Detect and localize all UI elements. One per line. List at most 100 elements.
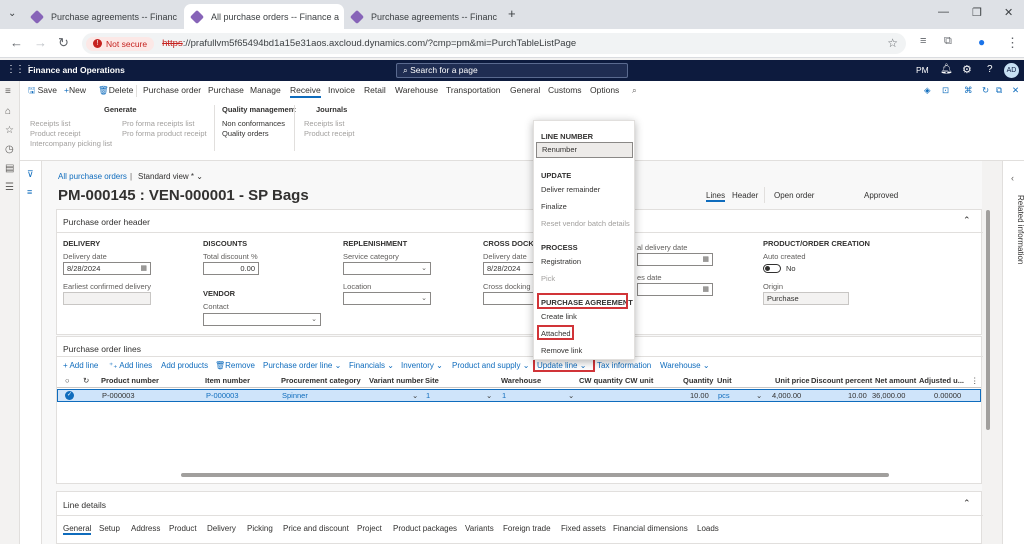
product-and-supply-menu[interactable]: Product and supply ⌄ xyxy=(452,361,529,370)
tab-manage[interactable]: Manage xyxy=(250,85,281,95)
cell-net-amount[interactable]: 36,000.00 xyxy=(872,390,905,402)
col-cw-quantity[interactable]: CW quantity xyxy=(579,375,623,387)
section-title[interactable]: Line details xyxy=(63,500,106,510)
col-unit[interactable]: Unit xyxy=(717,375,732,387)
table-row[interactable]: ✓ P-000003 P-000003 Spinner ⌄ 1 ⌄ 1 ⌄ 10… xyxy=(57,389,981,402)
deliver-remainder-button[interactable]: Deliver remainder xyxy=(541,185,600,194)
power-apps-icon[interactable]: ◈ xyxy=(924,85,931,96)
minimize-icon[interactable]: — xyxy=(938,6,949,18)
confirmed-delivery-field[interactable]: ▦ xyxy=(637,253,713,266)
auto-created-toggle[interactable] xyxy=(763,264,781,273)
view-selector[interactable]: Standard view * ⌄ xyxy=(138,172,203,181)
chevron-down-icon[interactable]: ⌄ xyxy=(412,390,418,402)
cell-product-number[interactable]: P-000003 xyxy=(102,390,135,402)
col-site[interactable]: Site xyxy=(425,375,439,387)
section-title[interactable]: Purchase order lines xyxy=(63,344,141,354)
page-scrollbar[interactable] xyxy=(986,210,990,430)
chevron-down-icon[interactable]: ⌄ xyxy=(486,390,492,402)
col-item-number[interactable]: Item number xyxy=(205,375,250,387)
new-tab-icon[interactable]: + xyxy=(508,6,516,21)
expand-chevron-icon[interactable]: ‹ xyxy=(1011,173,1014,183)
browser-menu-icon[interactable]: ⋮ xyxy=(1006,35,1019,51)
favorites-star-icon[interactable]: ☆ xyxy=(5,125,14,136)
col-warehouse[interactable]: Warehouse xyxy=(501,375,541,387)
list-toggle-icon[interactable]: ≡ xyxy=(27,187,32,197)
pro-forma-product-receipt-button[interactable]: Pro forma product receipt xyxy=(122,129,207,138)
settings-gear-icon[interactable]: ⚙ xyxy=(962,63,972,76)
tab-search-icon[interactable]: ⌄ xyxy=(8,8,16,19)
add-line-button[interactable]: + Add line xyxy=(63,361,98,370)
tab-product-packages[interactable]: Product packages xyxy=(393,524,457,533)
delete-button[interactable]: 🗑︎Delete xyxy=(98,85,133,96)
purchase-order-line-menu[interactable]: Purchase order line ⌄ xyxy=(263,361,341,370)
product-receipt-button[interactable]: Product receipt xyxy=(30,129,80,138)
col-adjusted[interactable]: Adjusted u... xyxy=(919,375,964,387)
col-net-amount[interactable]: Net amount xyxy=(875,375,916,387)
address-bar[interactable]: ! Not secure https://prafullvm5f65494bd1a… xyxy=(82,33,906,54)
browser-tab-1[interactable]: Purchase agreements -- Financ ✕ xyxy=(24,4,184,29)
registration-button[interactable]: Registration xyxy=(541,257,581,266)
cross-docking-field[interactable] xyxy=(483,292,535,305)
filter-icon[interactable]: ⊽ xyxy=(27,169,34,180)
delivery-date-field[interactable]: 8/28/2024 ▦ xyxy=(63,262,151,275)
tab-product[interactable]: Product xyxy=(169,524,197,533)
tab-financial-dimensions[interactable]: Financial dimensions xyxy=(613,524,688,533)
tab-invoice[interactable]: Invoice xyxy=(328,85,355,95)
tab-address[interactable]: Address xyxy=(131,524,160,533)
not-secure-badge[interactable]: ! Not secure xyxy=(86,36,155,51)
tab-retail[interactable]: Retail xyxy=(364,85,386,95)
refresh-icon[interactable]: ↻ xyxy=(982,85,989,96)
home-icon[interactable]: ⌂ xyxy=(5,106,11,117)
modules-list-icon[interactable]: ☰ xyxy=(5,182,14,193)
notification-bell-icon[interactable]: 🔔︎ xyxy=(940,64,953,75)
intercompany-picking-list-button[interactable]: Intercompany picking list xyxy=(30,139,112,148)
tab-delivery[interactable]: Delivery xyxy=(207,524,236,533)
cell-category[interactable]: Spinner xyxy=(282,390,308,402)
tab-purchase-order[interactable]: Purchase order xyxy=(143,85,201,95)
non-conformances-button[interactable]: Non conformances xyxy=(222,119,285,128)
cell-site[interactable]: 1 xyxy=(426,390,430,402)
back-icon[interactable]: ← xyxy=(10,35,23,50)
collapse-chevron-icon[interactable]: ⌃ xyxy=(963,215,971,226)
tab-price-and-discount[interactable]: Price and discount xyxy=(283,524,349,533)
refresh-grid-icon[interactable]: ↻ xyxy=(83,375,89,387)
journal-product-receipt-button[interactable]: Product receipt xyxy=(304,129,354,138)
tab-picking[interactable]: Picking xyxy=(247,524,273,533)
recent-clock-icon[interactable]: ◷ xyxy=(5,144,14,155)
app-title[interactable]: Finance and Operations xyxy=(28,65,125,75)
tab-receive[interactable]: Receive xyxy=(290,85,321,98)
office-icon[interactable]: ⊡ xyxy=(942,85,949,96)
tab-variants[interactable]: Variants xyxy=(465,524,494,533)
breadcrumb[interactable]: All purchase orders xyxy=(58,172,127,181)
financials-menu[interactable]: Financials ⌄ xyxy=(349,361,394,370)
chevron-down-icon[interactable]: ⌄ xyxy=(568,390,574,402)
calendar-icon[interactable]: ▦ xyxy=(702,284,709,295)
pro-forma-receipts-list-button[interactable]: Pro forma receipts list xyxy=(122,119,195,128)
view-lines-toggle[interactable]: Lines xyxy=(706,191,726,202)
collapse-chevron-icon[interactable]: ⌃ xyxy=(963,498,971,509)
select-all-radio[interactable]: ○ xyxy=(65,375,70,387)
cell-warehouse[interactable]: 1 xyxy=(502,390,506,402)
journal-receipts-list-button[interactable]: Receipts list xyxy=(304,119,344,128)
company-picker[interactable]: PM xyxy=(916,65,929,75)
tab-customs[interactable]: Customs xyxy=(548,85,582,95)
bookmark-star-icon[interactable]: ☆ xyxy=(887,36,898,50)
col-quantity[interactable]: Quantity xyxy=(683,375,713,387)
total-discount-field[interactable]: 0.00 xyxy=(203,262,259,275)
col-procurement-category[interactable]: Procurement category xyxy=(281,375,361,387)
extensions-icon[interactable]: ⧉ xyxy=(944,35,952,48)
inventory-menu[interactable]: Inventory ⌄ xyxy=(401,361,443,370)
browser-tab-2[interactable]: All purchase orders -- Finance a ✕ xyxy=(184,4,344,29)
add-lines-button[interactable]: ⁺₊ Add lines xyxy=(109,361,152,370)
warehouse-menu[interactable]: Warehouse ⌄ xyxy=(660,361,710,370)
tab-loads[interactable]: Loads xyxy=(697,524,719,533)
hamburger-menu-icon[interactable]: ≡ xyxy=(5,86,11,97)
close-tab-icon[interactable]: ✕ xyxy=(177,11,184,22)
quality-orders-button[interactable]: Quality orders xyxy=(222,129,269,138)
new-button[interactable]: +New xyxy=(64,85,86,95)
calendar-icon[interactable]: ▦ xyxy=(140,263,147,274)
close-page-icon[interactable]: ✕ xyxy=(1012,85,1019,96)
location-dropdown[interactable]: ⌄ xyxy=(343,292,431,305)
workspaces-icon[interactable]: ▤ xyxy=(5,163,14,174)
close-window-icon[interactable]: ✕ xyxy=(1004,6,1013,19)
